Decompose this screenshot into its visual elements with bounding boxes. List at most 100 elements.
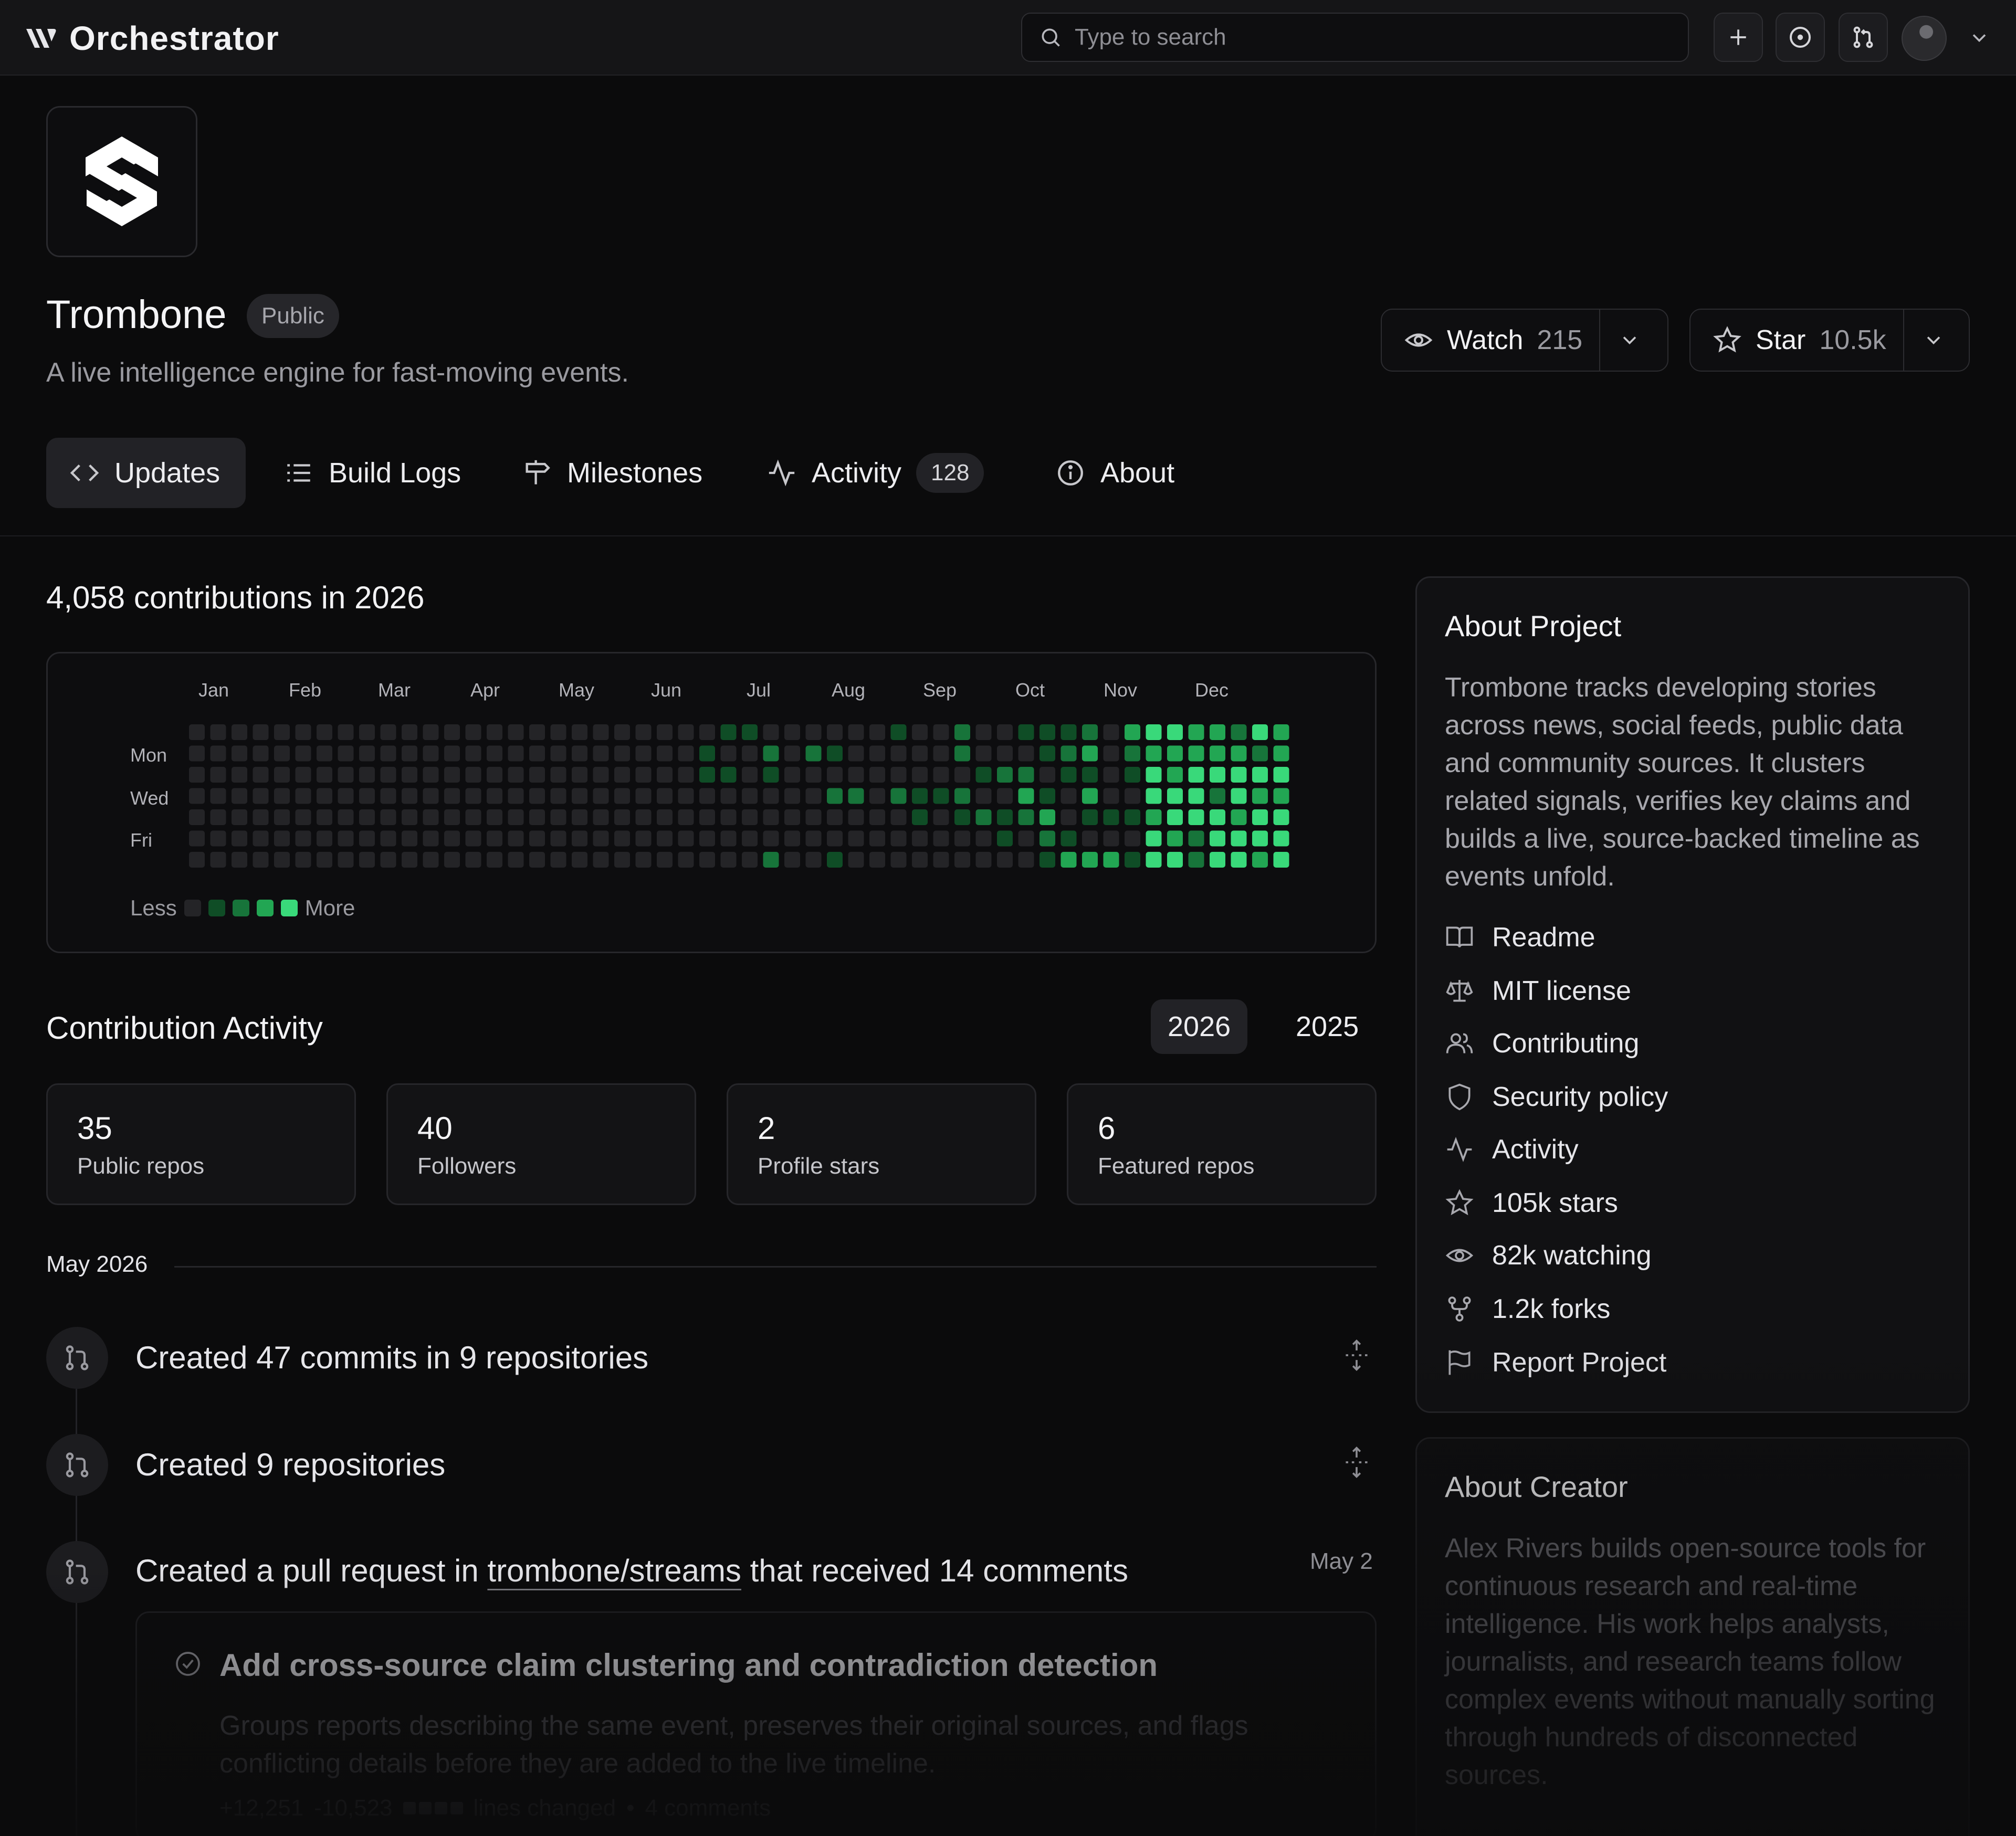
heatmap-cell[interactable] <box>933 852 949 868</box>
heatmap-cell[interactable] <box>869 788 885 804</box>
heatmap-cell[interactable] <box>1252 809 1268 825</box>
heatmap-cell[interactable] <box>678 788 694 804</box>
heatmap-cell[interactable] <box>1188 852 1204 868</box>
heatmap-cell[interactable] <box>1082 788 1098 804</box>
heatmap-cell[interactable] <box>1146 788 1162 804</box>
heatmap-cell[interactable] <box>338 852 354 868</box>
heatmap-cell[interactable] <box>380 767 396 783</box>
heatmap-cell[interactable] <box>720 745 737 762</box>
heatmap-cell[interactable] <box>699 724 715 740</box>
heatmap-cell[interactable] <box>210 724 226 740</box>
issues-button[interactable] <box>1776 13 1825 62</box>
heatmap-cell[interactable] <box>593 852 609 868</box>
heatmap-cell[interactable] <box>1060 767 1077 783</box>
heatmap-cell[interactable] <box>1146 809 1162 825</box>
heatmap-cell[interactable] <box>635 809 652 825</box>
heatmap-cell[interactable] <box>402 724 417 740</box>
heatmap-cell[interactable] <box>508 767 524 783</box>
heatmap-cell[interactable] <box>593 830 609 847</box>
heatmap-cell[interactable] <box>189 809 205 825</box>
heatmap-cell[interactable] <box>1210 788 1225 804</box>
heatmap-cell[interactable] <box>933 788 949 804</box>
heatmap-cell[interactable] <box>274 745 290 762</box>
heatmap-cell[interactable] <box>1188 830 1204 847</box>
heatmap-cell[interactable] <box>1082 745 1098 762</box>
heatmap-cell[interactable] <box>402 745 417 762</box>
heatmap-cell[interactable] <box>890 745 907 762</box>
heatmap-cell[interactable] <box>890 852 907 868</box>
heatmap-cell[interactable] <box>657 788 673 804</box>
heatmap-cell[interactable] <box>657 745 673 762</box>
heatmap-cell[interactable] <box>869 852 885 868</box>
heatmap-cell[interactable] <box>189 830 205 847</box>
heatmap-cell[interactable] <box>1210 724 1225 740</box>
heatmap-cell[interactable] <box>189 852 205 868</box>
heatmap-cell[interactable] <box>763 852 779 868</box>
heatmap-cell[interactable] <box>848 852 864 868</box>
heatmap-cell[interactable] <box>232 852 247 868</box>
heatmap-cell[interactable] <box>508 788 524 804</box>
heatmap-cell[interactable] <box>1060 852 1077 868</box>
heatmap-cell[interactable] <box>848 809 864 825</box>
heatmap-cell[interactable] <box>295 809 311 825</box>
heatmap-cell[interactable] <box>465 830 481 847</box>
search-input[interactable] <box>1075 24 1652 50</box>
heatmap-cell[interactable] <box>1167 724 1183 740</box>
heatmap-cell[interactable] <box>827 767 843 783</box>
heatmap-cell[interactable] <box>975 809 992 825</box>
activity-link[interactable]: Activity <box>1445 1134 1579 1165</box>
heatmap-cell[interactable] <box>572 724 587 740</box>
heatmap-cell[interactable] <box>805 724 822 740</box>
heatmap-cell[interactable] <box>487 788 502 804</box>
heatmap-cell[interactable] <box>274 724 290 740</box>
heatmap-cell[interactable] <box>529 809 545 825</box>
heatmap-cell[interactable] <box>699 767 715 783</box>
heatmap-cell[interactable] <box>869 767 885 783</box>
heatmap-cell[interactable] <box>635 745 652 762</box>
heatmap-cell[interactable] <box>1252 745 1268 762</box>
heatmap-cell[interactable] <box>1210 767 1225 783</box>
heatmap-cell[interactable] <box>890 809 907 825</box>
tab-activity[interactable]: Activity 128 <box>743 438 1007 508</box>
heatmap-cell[interactable] <box>380 724 396 740</box>
heatmap-cell[interactable] <box>444 724 460 740</box>
heatmap-cell[interactable] <box>253 788 269 804</box>
heatmap-cell[interactable] <box>805 745 822 762</box>
heatmap-cell[interactable] <box>869 745 885 762</box>
heatmap-cell[interactable] <box>465 809 481 825</box>
heatmap-cell[interactable] <box>614 788 630 804</box>
heatmap-cell[interactable] <box>1018 852 1034 868</box>
heatmap-cell[interactable] <box>295 745 311 762</box>
heatmap-cell[interactable] <box>550 724 566 740</box>
heatmap-cell[interactable] <box>763 809 779 825</box>
heatmap-cell[interactable] <box>678 809 694 825</box>
heatmap-cell[interactable] <box>338 767 354 783</box>
heatmap-cell[interactable] <box>529 830 545 847</box>
heatmap-cell[interactable] <box>635 724 652 740</box>
heatmap-cell[interactable] <box>1231 724 1247 740</box>
heatmap-cell[interactable] <box>1125 830 1140 847</box>
heatmap-cell[interactable] <box>359 745 375 762</box>
heatmap-cell[interactable] <box>465 788 481 804</box>
heatmap-cell[interactable] <box>784 745 800 762</box>
stat-public-repos[interactable]: 35 Public repos <box>46 1083 356 1205</box>
heatmap-cell[interactable] <box>338 809 354 825</box>
heatmap-cell[interactable] <box>1210 809 1225 825</box>
heatmap-cell[interactable] <box>975 767 992 783</box>
heatmap-cell[interactable] <box>1273 745 1289 762</box>
heatmap-cell[interactable] <box>232 767 247 783</box>
security-policy-link[interactable]: Security policy <box>1445 1081 1668 1113</box>
heatmap-cell[interactable] <box>295 724 311 740</box>
heatmap-cell[interactable] <box>423 767 439 783</box>
contributing-link[interactable]: Contributing <box>1445 1028 1639 1059</box>
heatmap-cell[interactable] <box>869 830 885 847</box>
heatmap-cell[interactable] <box>572 809 587 825</box>
heatmap-cell[interactable] <box>1210 745 1225 762</box>
heatmap-cell[interactable] <box>635 852 652 868</box>
heatmap-cell[interactable] <box>614 852 630 868</box>
readme-link[interactable]: Readme <box>1445 922 1595 953</box>
heatmap-cell[interactable] <box>210 745 226 762</box>
search-box[interactable] <box>1021 13 1689 62</box>
star-button[interactable]: Star 10.5k <box>1690 310 1904 371</box>
heatmap-cell[interactable] <box>529 724 545 740</box>
